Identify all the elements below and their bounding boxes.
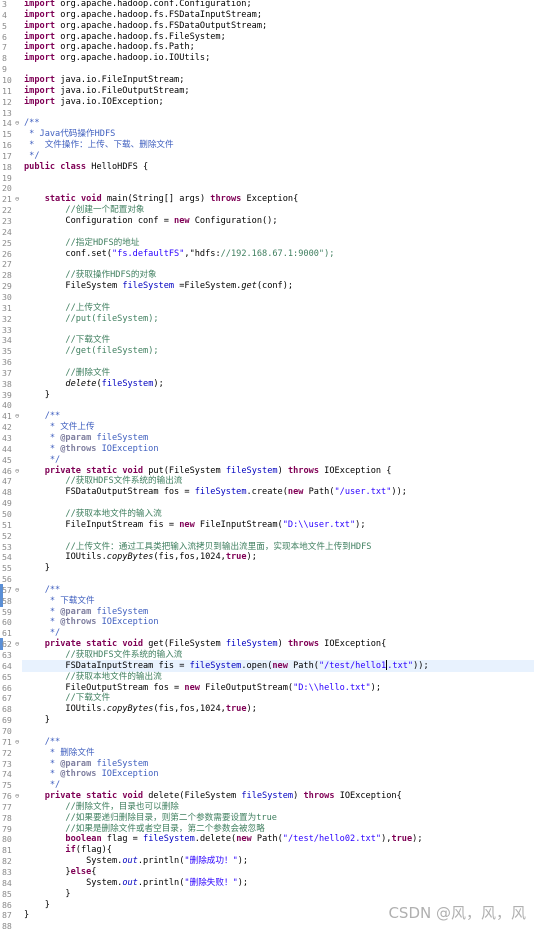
text-caret xyxy=(386,660,388,671)
code-editor[interactable]: 3 import org.apache.hadoop.conf.Configura… xyxy=(0,0,534,931)
code-line[interactable]: import java.io.IOException; xyxy=(24,96,164,108)
code-line[interactable]: } xyxy=(24,562,50,574)
code-line[interactable]: public class HelloHDFS { xyxy=(24,161,148,173)
code-line[interactable]: * 文件操作：上传、下载、删除文件 xyxy=(24,139,173,151)
watermark: CSDN @风，风，风 xyxy=(388,904,526,922)
code-line[interactable]: import org.apache.hadoop.io.IOUtils; xyxy=(24,52,210,64)
code-line[interactable]: FileSystem fileSystem =FileSystem.get(co… xyxy=(24,280,293,292)
code-line[interactable]: FSDataOutputStream fos = fileSystem.crea… xyxy=(24,486,407,498)
code-line[interactable]: IOUtils.copyBytes(fis,fos,1024,true); xyxy=(24,703,256,715)
code-line[interactable]: } xyxy=(24,714,50,726)
code-line[interactable]: FileInputStream fis = new FileInputStrea… xyxy=(24,519,365,531)
code-line[interactable]: } xyxy=(24,389,50,401)
code-line[interactable]: //get(fileSystem); xyxy=(24,345,158,357)
line-number: 88 xyxy=(2,921,12,932)
code-line[interactable]: //put(fileSystem); xyxy=(24,313,158,325)
code-line[interactable]: Configuration conf = new Configuration()… xyxy=(24,215,277,227)
code-line[interactable]: conf.set("fs.defaultFS","hdfs://192.168.… xyxy=(24,248,334,260)
code-line[interactable]: } xyxy=(24,909,29,921)
code-line[interactable]: IOUtils.copyBytes(fis,fos,1024,true); xyxy=(24,551,256,563)
